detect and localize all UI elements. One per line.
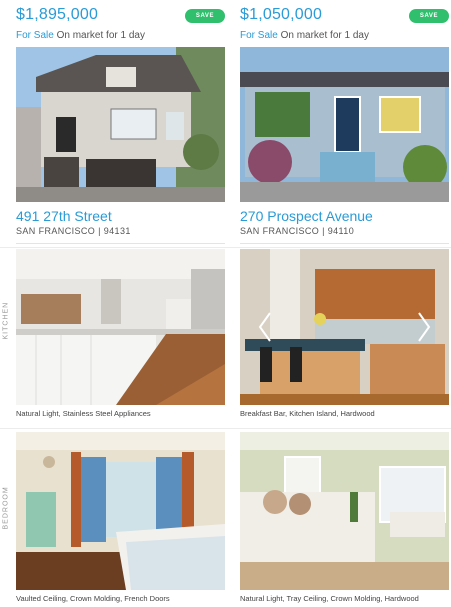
listing-city-zip: SAN FRANCISCO | 94110 [240,226,355,236]
separator [16,243,225,244]
bedroom-photo[interactable] [240,432,449,590]
kitchen-photo[interactable] [16,249,225,405]
kitchen-photo[interactable] [240,249,449,405]
house-photo[interactable] [240,47,449,202]
house-photo[interactable] [16,47,225,202]
bedroom-section-divider [0,428,451,429]
listing-status: For Sale On market for 1 day [16,30,145,41]
save-button[interactable]: SAVE [409,9,449,23]
bedroom-caption: Natural Light, Tray Ceiling, Crown Moldi… [240,594,419,603]
for-sale-label: For Sale [16,30,54,41]
previous-photo-arrow[interactable] [258,311,272,343]
kitchen-caption: Natural Light, Stainless Steel Appliance… [16,409,151,418]
days-on-market: On market for 1 day [56,30,145,41]
save-button[interactable]: SAVE [185,9,225,23]
for-sale-label: For Sale [240,30,278,41]
listing-card-2[interactable]: $1,050,000 SAVE For Sale On market for 1… [240,0,449,607]
separator [240,243,449,244]
price-row: $1,895,000 SAVE [16,6,225,28]
days-on-market: On market for 1 day [280,30,369,41]
listing-address[interactable]: 270 Prospect Avenue [240,208,373,224]
listing-city-zip: SAN FRANCISCO | 94131 [16,226,131,236]
price-row: $1,050,000 SAVE [240,6,449,28]
bedroom-photo[interactable] [16,432,225,590]
listing-price: $1,895,000 [16,6,99,23]
room-label-kitchen: KITCHEN [2,301,10,340]
kitchen-section-divider [0,247,451,248]
listing-address[interactable]: 491 27th Street [16,208,112,224]
listing-price: $1,050,000 [240,6,323,23]
kitchen-caption: Breakfast Bar, Kitchen Island, Hardwood [240,409,375,418]
bedroom-caption: Vaulted Ceiling, Crown Molding, French D… [16,594,170,603]
listing-card-1[interactable]: $1,895,000 SAVE For Sale On market for 1… [16,0,225,607]
room-label-bedroom: BEDROOM [2,486,10,530]
next-photo-arrow[interactable] [417,311,431,343]
listing-status: For Sale On market for 1 day [240,30,369,41]
